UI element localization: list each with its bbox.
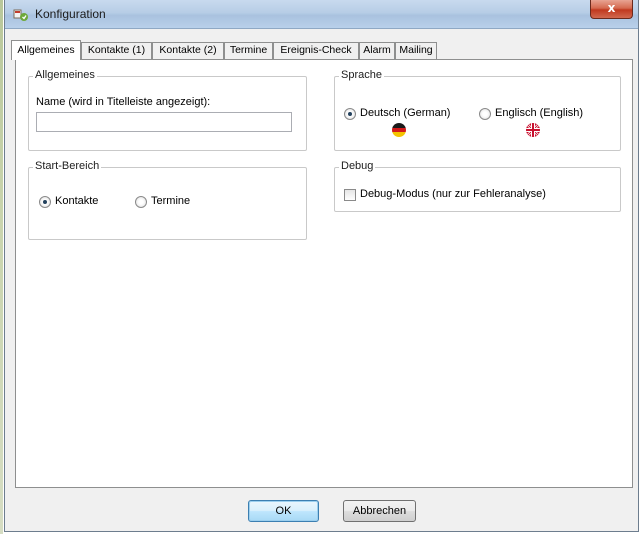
group-general-legend: Allgemeines [33,69,97,81]
close-icon: x [607,1,616,15]
group-general: Allgemeines Name (wird in Titelleiste an… [28,69,307,151]
name-label: Name (wird in Titelleiste angezeigt): [36,96,211,108]
group-debug-legend: Debug [339,160,376,172]
tab-ereignis-check[interactable]: Ereignis-Check [273,42,359,59]
tab-allgemeines[interactable]: Allgemeines [11,40,81,60]
app-icon [13,9,28,21]
tab-mailing[interactable]: Mailing [395,42,437,59]
uk-flag-icon [526,123,540,137]
radio-kontakte[interactable] [39,196,51,208]
title-bar[interactable]: Konfiguration x [5,0,638,29]
radio-englisch[interactable] [479,108,491,120]
group-start-area: Start-Bereich Kontakte Termine [28,160,307,240]
radio-termine-label[interactable]: Termine [151,195,190,207]
radio-deutsch-label[interactable]: Deutsch (German) [360,107,450,119]
group-language: Sprache Deutsch (German) Englisch (Engli… [334,69,621,151]
group-language-legend: Sprache [339,69,384,81]
group-start-legend: Start-Bereich [33,160,102,172]
config-dialog: Konfiguration x Allgemeines Kontakte (1)… [4,0,639,532]
debug-mode-checkbox[interactable] [344,189,356,201]
tab-termine[interactable]: Termine [224,42,273,59]
close-button[interactable]: x [590,0,633,19]
radio-termine[interactable] [135,196,147,208]
window-title: Konfiguration [35,7,106,21]
tab-kontakte-2[interactable]: Kontakte (2) [152,42,224,59]
radio-deutsch[interactable] [344,108,356,120]
tab-alarm[interactable]: Alarm [359,42,395,59]
radio-kontakte-label[interactable]: Kontakte [55,195,98,207]
germany-flag-icon [392,123,406,137]
tab-panel-allgemeines: Allgemeines Name (wird in Titelleiste an… [15,59,633,488]
tab-kontakte-1[interactable]: Kontakte (1) [81,42,152,59]
desktop-edge [0,0,3,534]
radio-englisch-label[interactable]: Englisch (English) [495,107,583,119]
debug-mode-label[interactable]: Debug-Modus (nur zur Fehleranalyse) [360,188,546,200]
cancel-button[interactable]: Abbrechen [343,500,416,522]
name-input[interactable] [36,112,292,132]
group-debug: Debug Debug-Modus (nur zur Fehleranalyse… [334,160,621,212]
ok-button[interactable]: OK [248,500,319,522]
